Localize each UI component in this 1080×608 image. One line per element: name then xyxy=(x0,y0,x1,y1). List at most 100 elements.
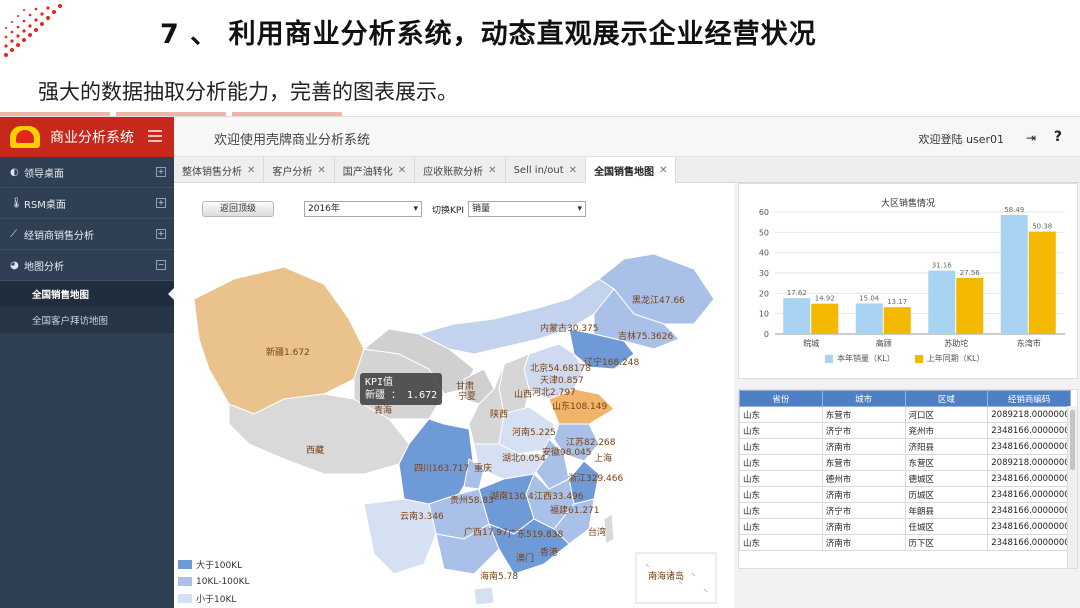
table-cell: 山东 xyxy=(739,470,823,487)
menu-toggle-icon[interactable] xyxy=(148,130,162,142)
table-row[interactable]: 山东 东营市 东营区 2089218.00000000 xyxy=(739,454,1071,471)
chart-legend: 本年销量（KL） 上年同期（KL） xyxy=(825,353,984,364)
map-label-sichuan: 四川163.717 xyxy=(414,464,470,474)
map-label-shandong: 山东108.149 xyxy=(552,402,608,412)
kpi-switch-label: 切换KPI xyxy=(432,206,464,216)
collapse-icon[interactable]: − xyxy=(156,260,166,270)
map-label-anhui: 安徽98.045 xyxy=(542,448,592,458)
sidebar-item-leader-desktop[interactable]: ◐ 领导桌面 + xyxy=(0,157,174,188)
table-row[interactable]: 山东 济宁市 年朗县 2348166.00000000 xyxy=(739,502,1071,519)
sidebar-item-dealer-sales[interactable]: ⟋ 经销商销售分析 + xyxy=(0,219,174,250)
china-sales-map[interactable]: 新疆1.672 西藏 青海 甘肃 宁夏 陕西 山西 内蒙古30.375 黑龙江4… xyxy=(174,229,734,608)
map-label-guizhou: 贵州58.83 xyxy=(450,496,494,506)
sidebar-subitem-customer-visit-map[interactable]: 全国客户拜访地图 xyxy=(0,307,174,333)
x-tick-label: 高顾 xyxy=(876,338,892,348)
tab-customer-analysis[interactable]: 客户分析 ✕ xyxy=(264,157,335,183)
column-header[interactable]: 区域 xyxy=(904,390,989,407)
sidebar-item-label: RSM桌面 xyxy=(24,199,66,211)
legend-swatch xyxy=(914,354,923,363)
map-label-hainan: 海南5.78 xyxy=(480,572,519,582)
pie-chart-icon: ◕ xyxy=(10,259,19,271)
legend-item[interactable]: 小于10KL xyxy=(178,590,250,607)
table-row[interactable]: 山东 济南市 历下区 2348166.00000000 xyxy=(739,534,1071,551)
table-row[interactable]: 山东 济宁市 兖州市 2348166.00000000 xyxy=(739,422,1071,439)
expand-icon[interactable]: + xyxy=(156,229,166,239)
thermometer-icon: 🌡 xyxy=(10,197,23,209)
tab-receivables[interactable]: 应收账款分析 ✕ xyxy=(415,157,506,183)
china-map-svg[interactable] xyxy=(174,229,734,608)
x-tick-label: 苏助坨 xyxy=(944,338,968,348)
y-tick-label: 40 xyxy=(759,249,769,258)
map-label-hunan: 湖南130.4 xyxy=(490,492,534,502)
legend-label: 小于10KL xyxy=(196,595,237,605)
table-row[interactable]: 山东 东营市 河口区 2089218.00000000 xyxy=(739,406,1071,423)
column-header[interactable]: 城市 xyxy=(821,390,906,407)
legend-swatch xyxy=(178,577,192,586)
table-cell: 德城区 xyxy=(904,470,989,487)
table-cell: 历下区 xyxy=(904,534,989,551)
map-label-ningxia: 宁夏 xyxy=(458,392,477,402)
column-header[interactable]: 经销商编码 xyxy=(987,390,1071,407)
map-label-henan: 河南5.225 xyxy=(512,428,556,438)
close-icon[interactable]: ✕ xyxy=(569,165,577,176)
legend-label: 大于100KL xyxy=(196,561,243,571)
map-label-taiwan: 台湾 xyxy=(588,528,607,538)
sidebar-item-map-analysis[interactable]: ◕ 地图分析 − xyxy=(0,250,174,281)
sidebar-item-label: 经销商销售分析 xyxy=(24,230,94,242)
table-cell: 山东 xyxy=(739,454,823,471)
y-tick-label: 60 xyxy=(759,208,769,217)
sidebar-subitem-national-sales-map[interactable]: 全国销售地图 xyxy=(0,281,174,307)
dealer-table-panel: 省份 城市 区域 经销商编码 山东 东营市 河口区 2089218.00000000 山… xyxy=(738,389,1078,569)
table-cell: 2089218.00000000 xyxy=(987,454,1071,471)
table-header-row: 省份 城市 区域 经销商编码 xyxy=(739,390,1071,407)
bar xyxy=(1028,231,1056,334)
legend-item[interactable]: 大于100KL xyxy=(178,556,250,573)
bar xyxy=(956,277,984,334)
map-label-liaoning: 辽宁168.248 xyxy=(584,358,640,368)
tab-national-sales-map[interactable]: 全国销售地图 ✕ xyxy=(586,157,677,183)
legend-item[interactable]: 10KL-100KL xyxy=(178,573,250,590)
y-tick-label: 50 xyxy=(759,228,769,237)
close-icon[interactable]: ✕ xyxy=(488,165,496,176)
expand-icon[interactable]: + xyxy=(156,167,166,177)
back-to-top-button[interactable]: 返回顶级 xyxy=(202,201,274,217)
shell-logo-icon xyxy=(10,126,40,148)
sidebar-item-label: 领导桌面 xyxy=(24,168,64,180)
table-cell: 兖州市 xyxy=(904,422,989,439)
expand-icon[interactable]: + xyxy=(156,198,166,208)
legend-swatch xyxy=(178,594,192,603)
table-row[interactable]: 山东 济南市 历城区 2348166.00000000 xyxy=(739,486,1071,503)
tab-overall-sales[interactable]: 整体销售分析 ✕ xyxy=(174,157,265,183)
legend-item-last-year[interactable]: 上年同期（KL） xyxy=(914,353,984,364)
tab-label: Sell in/out xyxy=(513,164,564,176)
table-row[interactable]: 山东 济南市 济阳县 2348166.00000000 xyxy=(739,438,1071,455)
table-cell: 河口区 xyxy=(904,406,989,423)
map-label-yunnan: 云南3.346 xyxy=(400,512,444,522)
bar xyxy=(1000,215,1028,334)
table-row[interactable]: 山东 德州市 德城区 2348166.00000000 xyxy=(739,470,1071,487)
map-label-jiangxi: 江西33.496 xyxy=(534,492,584,502)
table-scrollbar[interactable] xyxy=(1067,406,1077,568)
tab-sell-in-out[interactable]: Sell in/out ✕ xyxy=(506,157,587,183)
tab-domestic-oil[interactable]: 国产油转化 ✕ xyxy=(335,157,416,183)
table-cell: 2348166.00000000 xyxy=(987,486,1071,503)
map-label-jilin: 吉林75.3626 xyxy=(618,332,674,342)
help-icon[interactable]: ? xyxy=(1054,129,1062,145)
map-label-inner-mongolia: 内蒙古30.375 xyxy=(540,324,599,334)
close-icon[interactable]: ✕ xyxy=(317,165,325,176)
year-select[interactable]: 2016年 xyxy=(304,201,422,217)
table-cell: 东营市 xyxy=(821,454,906,471)
table-cell: 德州市 xyxy=(821,470,906,487)
kpi-select[interactable]: 销量 xyxy=(468,201,586,217)
table-row[interactable]: 山东 济南市 任城区 2348166.00000000 xyxy=(739,518,1071,535)
close-icon[interactable]: ✕ xyxy=(398,165,406,176)
close-icon[interactable]: ✕ xyxy=(247,165,255,176)
sidebar-item-rsm-desktop[interactable]: 🌡 RSM桌面 + xyxy=(0,188,174,219)
chart-title: 大区销售情况 xyxy=(880,199,935,209)
column-header[interactable]: 省份 xyxy=(739,390,823,407)
table-cell: 济阳县 xyxy=(904,438,989,455)
logout-icon[interactable]: ⇥ xyxy=(1026,131,1036,145)
legend-item-current-year[interactable]: 本年销量（KL） xyxy=(825,353,895,364)
sidebar: ◐ 领导桌面 + 🌡 RSM桌面 + ⟋ 经销商销售分析 + ◕ 地图分析 − … xyxy=(0,157,174,608)
close-icon[interactable]: ✕ xyxy=(659,165,667,176)
